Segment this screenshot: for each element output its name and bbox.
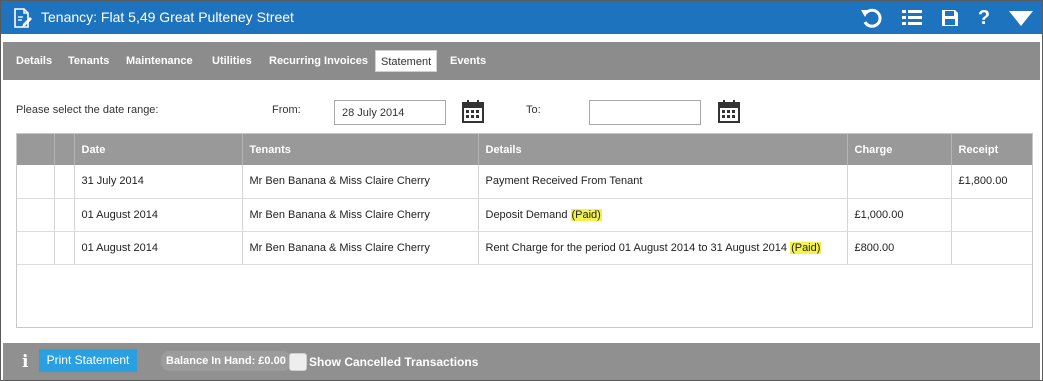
table-row[interactable]: 01 August 2014 Mr Ben Banana & Miss Clai…: [17, 198, 1032, 232]
row-select-cell[interactable]: [17, 231, 55, 265]
column-header-tenants[interactable]: Tenants: [242, 134, 479, 165]
to-calendar-icon[interactable]: [718, 100, 740, 123]
print-statement-button[interactable]: Print Statement: [39, 349, 137, 372]
tab-statement[interactable]: Statement: [375, 50, 438, 72]
info-icon[interactable]: i: [22, 352, 28, 372]
help-icon[interactable]: ?: [971, 5, 997, 31]
row-tenants: Mr Ben Banana & Miss Claire Cherry: [242, 198, 479, 232]
title-bar: Tenancy: Flat 5,49 Great Pulteney Street…: [1, 1, 1042, 34]
show-cancelled-checkbox[interactable]: [289, 353, 307, 371]
row-details-text: Rent Charge for the period 01 August 201…: [485, 241, 791, 254]
tab-utilities[interactable]: Utilities: [207, 50, 257, 72]
to-label: To:: [526, 104, 541, 116]
row-charge: £800.00: [847, 231, 952, 265]
paid-badge: (Paid): [570, 208, 602, 221]
list-icon[interactable]: [899, 5, 925, 31]
tab-bar: Details Tenants Maintenance Utilities Re…: [3, 42, 1040, 80]
balance-in-hand-badge: Balance In Hand: £0.00: [161, 351, 291, 371]
row-receipt: [951, 198, 1032, 232]
row-select-cell[interactable]: [17, 198, 55, 232]
from-label: From:: [272, 104, 301, 116]
from-calendar-icon[interactable]: [462, 100, 484, 123]
tab-recurring-invoices[interactable]: Recurring Invoices: [264, 50, 373, 72]
column-header-details[interactable]: Details: [478, 134, 848, 165]
row-status-cell: [54, 165, 75, 199]
row-date: 01 August 2014: [74, 231, 243, 265]
row-details: Payment Received From Tenant: [478, 165, 848, 199]
row-status-cell: [54, 198, 75, 232]
row-tenants: Mr Ben Banana & Miss Claire Cherry: [242, 165, 479, 199]
tenancy-window: Tenancy: Flat 5,49 Great Pulteney Street…: [0, 0, 1043, 381]
row-date: 01 August 2014: [74, 198, 243, 232]
row-date: 31 July 2014: [74, 165, 243, 199]
row-details-text: Deposit Demand: [485, 208, 571, 221]
tab-maintenance[interactable]: Maintenance: [121, 50, 198, 72]
table-row[interactable]: 01 August 2014 Mr Ben Banana & Miss Clai…: [17, 231, 1032, 265]
row-charge: £1,000.00: [847, 198, 952, 232]
show-cancelled-label[interactable]: Show Cancelled Transactions: [309, 355, 478, 369]
row-status-cell: [54, 231, 75, 265]
save-icon[interactable]: [937, 5, 963, 31]
footer-bar: [3, 343, 1040, 380]
column-header-date[interactable]: Date: [74, 134, 243, 165]
tab-events[interactable]: Events: [445, 50, 491, 72]
row-details-text: Payment Received From Tenant: [485, 175, 643, 188]
row-charge: [847, 165, 952, 199]
column-header-receipt[interactable]: Receipt: [951, 134, 1032, 165]
column-header-status: [54, 134, 75, 165]
row-details: Rent Charge for the period 01 August 201…: [478, 231, 848, 265]
column-header-select: [17, 134, 55, 165]
dropdown-icon[interactable]: [1007, 5, 1035, 31]
row-receipt: £1,800.00: [951, 165, 1032, 199]
date-range-prompt: Please select the date range:: [16, 104, 159, 116]
undo-icon[interactable]: [859, 5, 885, 31]
column-header-charge[interactable]: Charge: [847, 134, 952, 165]
tab-details[interactable]: Details: [11, 50, 57, 72]
tab-tenants[interactable]: Tenants: [63, 50, 114, 72]
window-title: Tenancy: Flat 5,49 Great Pulteney Street: [41, 9, 294, 25]
row-details: Deposit Demand (Paid): [478, 198, 848, 232]
from-date-input[interactable]: [334, 100, 446, 125]
row-tenants: Mr Ben Banana & Miss Claire Cherry: [242, 231, 479, 265]
table-row[interactable]: 31 July 2014 Mr Ben Banana & Miss Claire…: [17, 165, 1032, 199]
table-header-row: Date Tenants Details Charge Receipt: [17, 134, 1032, 165]
statement-table: Date Tenants Details Charge Receipt 31 J…: [16, 133, 1033, 328]
document-edit-icon: [11, 7, 33, 29]
row-receipt: [951, 231, 1032, 265]
paid-badge: (Paid): [790, 241, 822, 254]
to-date-input[interactable]: [589, 100, 701, 125]
row-select-cell[interactable]: [17, 165, 55, 199]
